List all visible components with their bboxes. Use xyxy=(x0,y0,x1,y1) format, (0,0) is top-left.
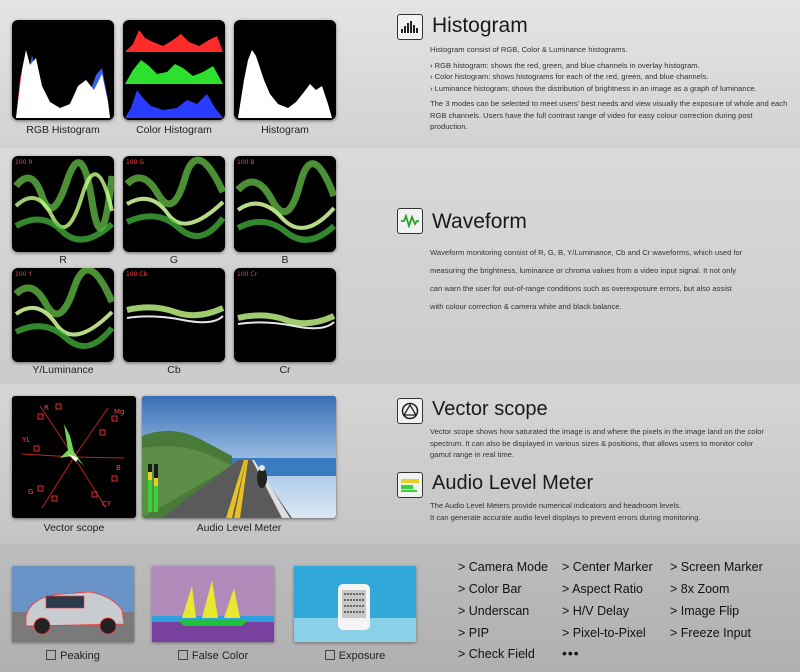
feature-more-indicator: ••• xyxy=(562,645,580,661)
exposure-thumbnail xyxy=(294,566,416,642)
svg-text:Mg: Mg xyxy=(114,408,124,416)
rgb-histogram-thumbnail xyxy=(12,20,114,120)
waveform-line: can warn the user for out-of-range condi… xyxy=(430,284,732,293)
peaking-caption: Peaking xyxy=(12,650,134,662)
svg-text:100 Y: 100 Y xyxy=(15,271,32,278)
peaking-thumbnail xyxy=(12,566,134,642)
waveform-g-thumbnail: 100 G xyxy=(123,156,225,252)
waveform-cb-thumbnail: 100 Cb xyxy=(123,268,225,362)
luminance-histogram-thumbnail xyxy=(234,20,336,120)
histogram-bullet: › RGB histogram: shows the red, green, a… xyxy=(430,60,700,70)
svg-text:YL: YL xyxy=(21,436,30,444)
feature-image-flip: > Image Flip xyxy=(670,604,740,618)
svg-text:100 Cr: 100 Cr xyxy=(237,271,258,278)
waveform-line: Waveform monitoring consist of R, G, B, … xyxy=(430,248,743,257)
vector-scope-title: Vector scope xyxy=(432,398,548,420)
waveform-section: 100 R R 100 G G 100 B B 100 Y Y/Luminanc… xyxy=(0,148,800,384)
exposure-caption: Exposure xyxy=(294,650,416,662)
svg-text:B: B xyxy=(116,464,121,472)
svg-text:100 Cb: 100 Cb xyxy=(126,271,148,278)
audio-line: The Audio Level Meters provide numerical… xyxy=(430,501,682,510)
false-color-caption: False Color xyxy=(152,650,274,662)
svg-text:G: G xyxy=(28,488,33,496)
feature-center-marker: > Center Marker xyxy=(562,560,653,574)
vector-scope-thumbnail: R Mg YL B G CY xyxy=(12,396,136,518)
features-section: Peaking False Color Exposure > Camera Mo… xyxy=(0,544,800,672)
waveform-title: Waveform xyxy=(432,210,527,233)
feature-underscan: > Underscan xyxy=(458,604,530,618)
waveform-b-caption: B xyxy=(281,254,289,266)
false-color-icon xyxy=(177,650,188,660)
histogram-outro-2: RGB channels. Users have the full contra… xyxy=(430,110,753,132)
exposure-icon xyxy=(324,650,335,660)
color-histogram-caption: Color Histogram xyxy=(136,124,212,136)
waveform-cr-caption: Cr xyxy=(279,364,291,376)
vector-line: gamut range in real time. xyxy=(430,450,514,459)
waveform-cr-thumbnail: 100 Cr xyxy=(234,268,336,362)
vector-line: Vector scope shows how saturated the ima… xyxy=(430,427,764,436)
histogram-bullet-list: › RGB histogram: shows the red, green, a… xyxy=(430,60,790,95)
histogram-outro-1: The 3 modes can be selected to meet user… xyxy=(430,99,788,108)
luminance-histogram-caption: Histogram xyxy=(261,124,309,136)
svg-text:100 R: 100 R xyxy=(15,159,33,166)
histogram-description: Histogram consist of RGB, Color & Lumina… xyxy=(430,44,790,133)
feature-8x-zoom: > 8x Zoom xyxy=(670,582,730,596)
waveform-r-thumbnail: 100 R xyxy=(12,156,114,252)
false-color-thumbnail xyxy=(152,566,274,642)
histogram-intro: Histogram consist of RGB, Color & Lumina… xyxy=(430,45,628,54)
audio-line: It can generate accurate audio level dis… xyxy=(430,512,701,522)
svg-text:R: R xyxy=(44,404,49,412)
rgb-histogram-caption: RGB Histogram xyxy=(26,124,100,136)
waveform-cb-caption: Cb xyxy=(167,364,181,376)
histogram-icon xyxy=(397,14,423,40)
waveform-g-caption: G xyxy=(169,254,179,266)
audio-meter-title: Audio Level Meter xyxy=(432,472,594,494)
waveform-r-caption: R xyxy=(59,254,67,266)
waveform-y-caption: Y/Luminance xyxy=(32,364,94,376)
feature-screen-marker: > Screen Marker xyxy=(670,560,763,574)
feature-pixel-to-pixel: > Pixel-to-Pixel xyxy=(562,626,646,640)
audio-meter-description: The Audio Level Meters provide numerical… xyxy=(430,500,792,523)
histogram-title: Histogram xyxy=(432,14,528,37)
waveform-b-thumbnail: 100 B xyxy=(234,156,336,252)
color-histogram-thumbnail xyxy=(123,20,225,120)
peaking-icon xyxy=(46,650,57,660)
waveform-line: with colour correction & camera white an… xyxy=(430,302,622,311)
feature-hv-delay: > H/V Delay xyxy=(562,604,630,618)
feature-check-field: > Check Field xyxy=(458,647,535,661)
audio-level-meter-thumbnail xyxy=(142,396,336,518)
waveform-icon xyxy=(397,208,423,234)
vector-scope-icon xyxy=(397,398,423,424)
svg-text:100 G: 100 G xyxy=(126,159,144,166)
vector-scope-description: Vector scope shows how saturated the ima… xyxy=(430,426,792,461)
svg-text:CY: CY xyxy=(102,500,112,508)
histogram-bullet: › Color histogram: shows histograms for … xyxy=(430,72,709,81)
audio-level-meter-caption: Audio Level Meter xyxy=(196,522,282,534)
feature-camera-mode: > Camera Mode xyxy=(458,560,548,574)
feature-aspect-ratio: > Aspect Ratio xyxy=(562,582,643,596)
audio-meter-icon xyxy=(397,472,423,498)
waveform-description: Waveform monitoring consist of R, G, B, … xyxy=(430,244,790,316)
histogram-section: RGB Histogram Color Histogram Histogram … xyxy=(0,0,800,148)
feature-freeze-input: > Freeze Input xyxy=(670,626,751,640)
feature-pip: > PIP xyxy=(458,626,489,640)
vector-line: spectrum. It can also be displayed in va… xyxy=(430,438,754,448)
svg-text:100 B: 100 B xyxy=(237,159,254,166)
waveform-y-thumbnail: 100 Y xyxy=(12,268,114,362)
vector-scope-caption: Vector scope xyxy=(43,522,105,534)
histogram-bullet: › Luminance histogram: shows the distrib… xyxy=(430,83,757,93)
vector-audio-section: R Mg YL B G CY Vector scope Audio Level … xyxy=(0,384,800,544)
feature-color-bar: > Color Bar xyxy=(458,582,522,596)
waveform-line: measuring the brightness, luminance or c… xyxy=(430,266,737,275)
